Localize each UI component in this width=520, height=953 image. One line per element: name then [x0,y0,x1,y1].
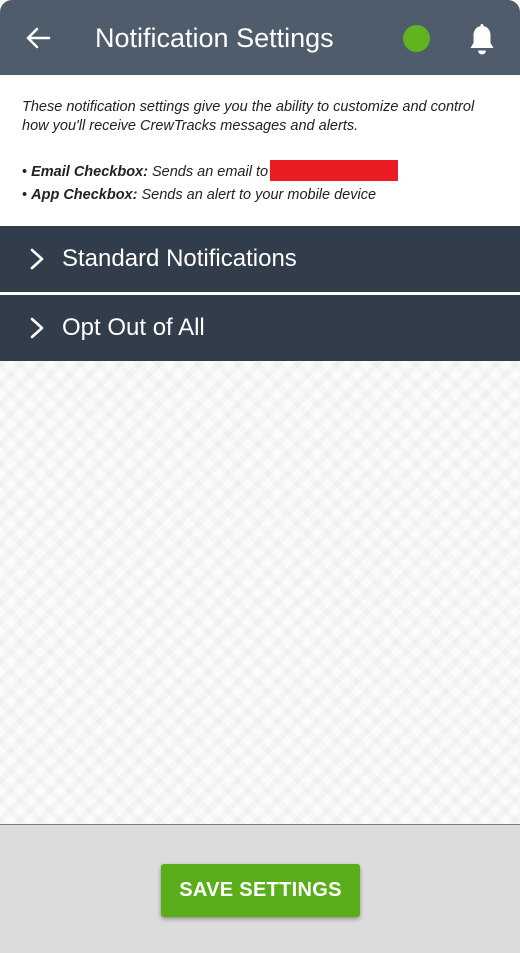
legend-description: Sends an email to [151,164,269,180]
legend-description: Sends an alert to your mobile device [141,187,377,203]
footer-bar: SAVE SETTINGS [0,824,520,953]
section-label: Opt Out of All [62,314,205,341]
legend-item-email: • Email Checkbox: Sends an email to [22,160,502,184]
checkbox-legend: • Email Checkbox: Sends an email to • Ap… [22,160,502,207]
section-label: Standard Notifications [62,245,297,272]
status-indicator [403,25,430,52]
bullet-marker: • [22,187,28,203]
section-standard-notifications[interactable]: Standard Notifications [0,226,520,292]
save-settings-button[interactable]: SAVE SETTINGS [161,864,360,917]
redacted-email [270,160,399,181]
bell-icon [470,24,494,55]
back-button[interactable] [18,18,58,58]
legend-label: App Checkbox: [31,187,138,203]
bullet-marker: • [22,164,28,180]
legend-label: Email Checkbox: [31,164,148,180]
app-header: Notification Settings [0,0,520,75]
section-opt-out-of-all[interactable]: Opt Out of All [0,295,520,361]
chevron-right-icon [30,317,44,339]
background-pattern [0,361,520,824]
arrow-left-icon [26,27,51,49]
chevron-right-icon [30,248,44,270]
legend-item-app: • App Checkbox: Sends an alert to your m… [22,184,502,207]
intro-text: These notification settings give you the… [22,99,475,134]
notifications-button[interactable] [462,20,502,60]
page-title: Notification Settings [95,23,334,53]
